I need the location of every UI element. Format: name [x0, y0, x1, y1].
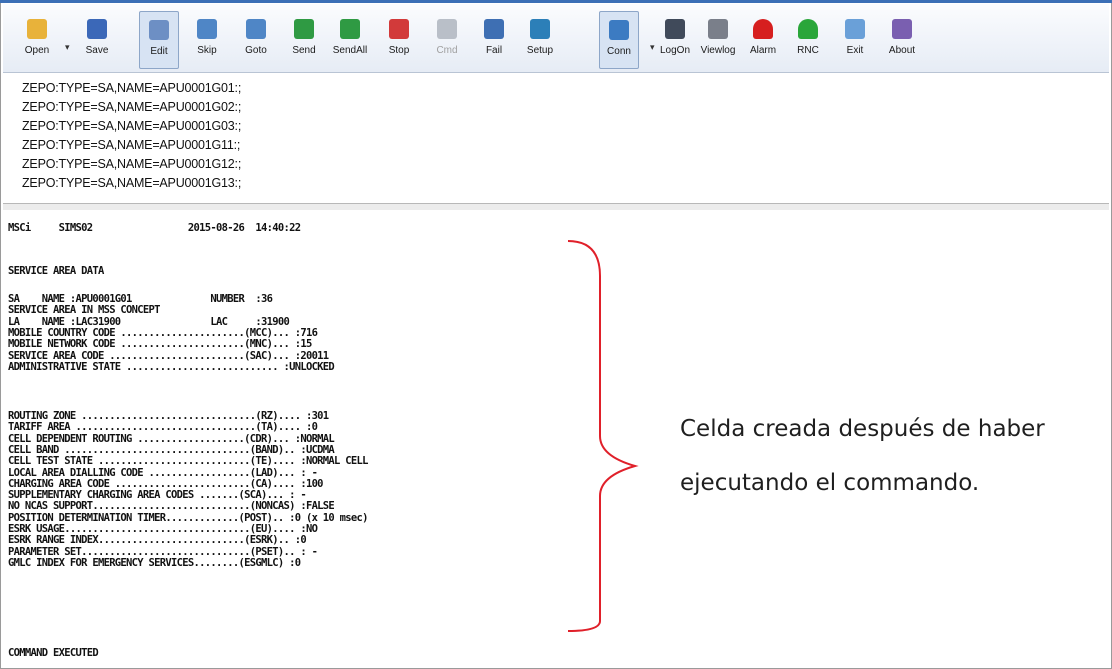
toolbar-button-label: Send: [292, 45, 316, 56]
output-line: PARAMETER SET...........................…: [8, 545, 318, 558]
fail-icon: [484, 19, 504, 39]
window-title-strip: [0, 0, 1112, 3]
setup-icon: [530, 19, 550, 39]
goto-icon: [246, 19, 266, 39]
toolbar-button-label: Edit: [150, 46, 168, 57]
output-line: ESRK USAGE..............................…: [8, 523, 318, 535]
output-title: SERVICE AREA DATA: [8, 265, 104, 277]
toolbar-button-label: Fail: [485, 45, 503, 56]
toolbar-button-open[interactable]: Open: [17, 11, 57, 69]
toolbar-button-label: SendAll: [332, 45, 368, 56]
command-line: ZEPO:TYPE=SA,NAME=APU0001G12:;: [22, 157, 242, 171]
send-icon: [294, 19, 314, 39]
toolbar-button-skip[interactable]: Skip: [187, 11, 227, 69]
logon-icon: [665, 19, 685, 39]
toolbar-button-logon[interactable]: LogOn: [655, 11, 695, 69]
about-icon: [892, 19, 912, 39]
toolbar-button-save[interactable]: Save: [77, 11, 117, 69]
output-line: ROUTING ZONE ...........................…: [8, 410, 329, 422]
output-line: CELL TEST STATE ........................…: [8, 455, 368, 468]
toolbar-button-label: Save: [85, 45, 109, 56]
output-line: POSITION DETERMINATION TIMER............…: [8, 511, 368, 524]
command-line: ZEPO:TYPE=SA,NAME=APU0001G11:;: [22, 138, 241, 152]
annotation-line-1: Celda creada después de haber: [680, 416, 1045, 442]
send-all-icon: [340, 19, 360, 39]
toolbar-button-label: Exit: [846, 45, 864, 56]
edit-icon: [149, 20, 169, 40]
toolbar-button-label: Stop: [388, 45, 410, 56]
command-line: ZEPO:TYPE=SA,NAME=APU0001G03:;: [22, 119, 242, 133]
output-line: MOBILE COUNTRY CODE ....................…: [8, 326, 318, 339]
toolbar: Open Save Edit Skip Goto Send SendAll Stop Cmd Fa…: [3, 4, 1109, 73]
stop-icon: [389, 19, 409, 39]
toolbar-button-label: Goto: [245, 45, 267, 56]
output-line: LOCAL AREA DIALLING CODE ...............…: [8, 466, 318, 479]
toolbar-button-viewlog[interactable]: Viewlog: [698, 11, 738, 69]
output-line: SA NAME :APU0001G01 NUMBER :36: [8, 293, 273, 305]
toolbar-button-conn[interactable]: Conn: [599, 11, 639, 69]
command-line: ZEPO:TYPE=SA,NAME=APU0001G01:;: [22, 81, 242, 95]
output-line: GMLC INDEX FOR EMERGENCY SERVICES.......…: [8, 556, 301, 569]
open-folder-icon: [27, 19, 47, 39]
toolbar-button-fail[interactable]: Fail: [474, 11, 514, 69]
output-line: CHARGING AREA CODE .....................…: [8, 477, 324, 490]
output-footer: COMMAND EXECUTED: [8, 647, 99, 659]
toolbar-button-label: Conn: [607, 46, 631, 57]
toolbar-button-label: Viewlog: [700, 45, 736, 56]
conn-dropdown-arrow[interactable]: ▾: [650, 42, 655, 53]
toolbar-button-goto[interactable]: Goto: [236, 11, 276, 69]
annotation-bracket: [567, 240, 639, 632]
toolbar-button-about[interactable]: About: [882, 11, 922, 69]
output-header: MSCi SIMS02 2015-08-26 14:40:22: [8, 222, 301, 234]
output-line: NO NCAS SUPPORT.........................…: [8, 500, 335, 513]
output-line: ADMINISTRATIVE STATE ...................…: [8, 360, 335, 373]
toolbar-button-cmd[interactable]: Cmd: [427, 11, 467, 69]
toolbar-button-sendall[interactable]: SendAll: [330, 11, 370, 69]
toolbar-button-label: Skip: [197, 45, 217, 56]
command-line: ZEPO:TYPE=SA,NAME=APU0001G13:;: [22, 176, 242, 190]
output-line: ESRK RANGE INDEX........................…: [8, 534, 307, 547]
toolbar-button-label: Setup: [526, 45, 554, 56]
toolbar-button-label: Cmd: [436, 45, 458, 56]
viewlog-icon: [708, 19, 728, 39]
cmd-icon: [437, 19, 457, 39]
output-line: SUPPLEMENTARY CHARGING AREA CODES ......…: [8, 489, 307, 502]
connection-icon: [609, 20, 629, 40]
output-line: CELL BAND ..............................…: [8, 443, 335, 456]
output-line: LA NAME :LAC31900 LAC :31900: [8, 315, 290, 328]
red-alarm-icon: [753, 19, 773, 39]
output-line: CELL DEPENDENT ROUTING .................…: [8, 432, 335, 445]
toolbar-button-label: About: [888, 45, 916, 56]
toolbar-button-stop[interactable]: Stop: [379, 11, 419, 69]
toolbar-button-label: Open: [24, 45, 50, 56]
output-line: TARIFF AREA ............................…: [8, 421, 318, 434]
save-disk-icon: [87, 19, 107, 39]
green-alarm-icon: [798, 19, 818, 39]
toolbar-button-label: Alarm: [749, 45, 777, 56]
output-line: SERVICE AREA CODE ......................…: [8, 349, 329, 362]
toolbar-button-rnc[interactable]: RNC: [788, 11, 828, 69]
exit-icon: [845, 19, 865, 39]
command-line: ZEPO:TYPE=SA,NAME=APU0001G02:;: [22, 100, 242, 114]
toolbar-button-label: LogOn: [659, 45, 691, 56]
bracket-path: [567, 240, 639, 632]
toolbar-button-edit[interactable]: Edit: [139, 11, 179, 69]
toolbar-button-exit[interactable]: Exit: [835, 11, 875, 69]
toolbar-button-label: RNC: [797, 45, 819, 56]
toolbar-button-setup[interactable]: Setup: [520, 11, 560, 69]
open-dropdown-arrow[interactable]: ▾: [65, 42, 70, 53]
skip-icon: [197, 19, 217, 39]
toolbar-button-send[interactable]: Send: [284, 11, 324, 69]
annotation-line-2: ejecutando el commando.: [680, 470, 980, 496]
output-line: MOBILE NETWORK CODE ....................…: [8, 338, 312, 351]
command-editor-pane[interactable]: ZEPO:TYPE=SA,NAME=APU0001G01:; ZEPO:TYPE=…: [3, 73, 1109, 204]
output-line: SERVICE AREA IN MSS CONCEPT: [8, 304, 160, 317]
toolbar-button-alarm[interactable]: Alarm: [743, 11, 783, 69]
